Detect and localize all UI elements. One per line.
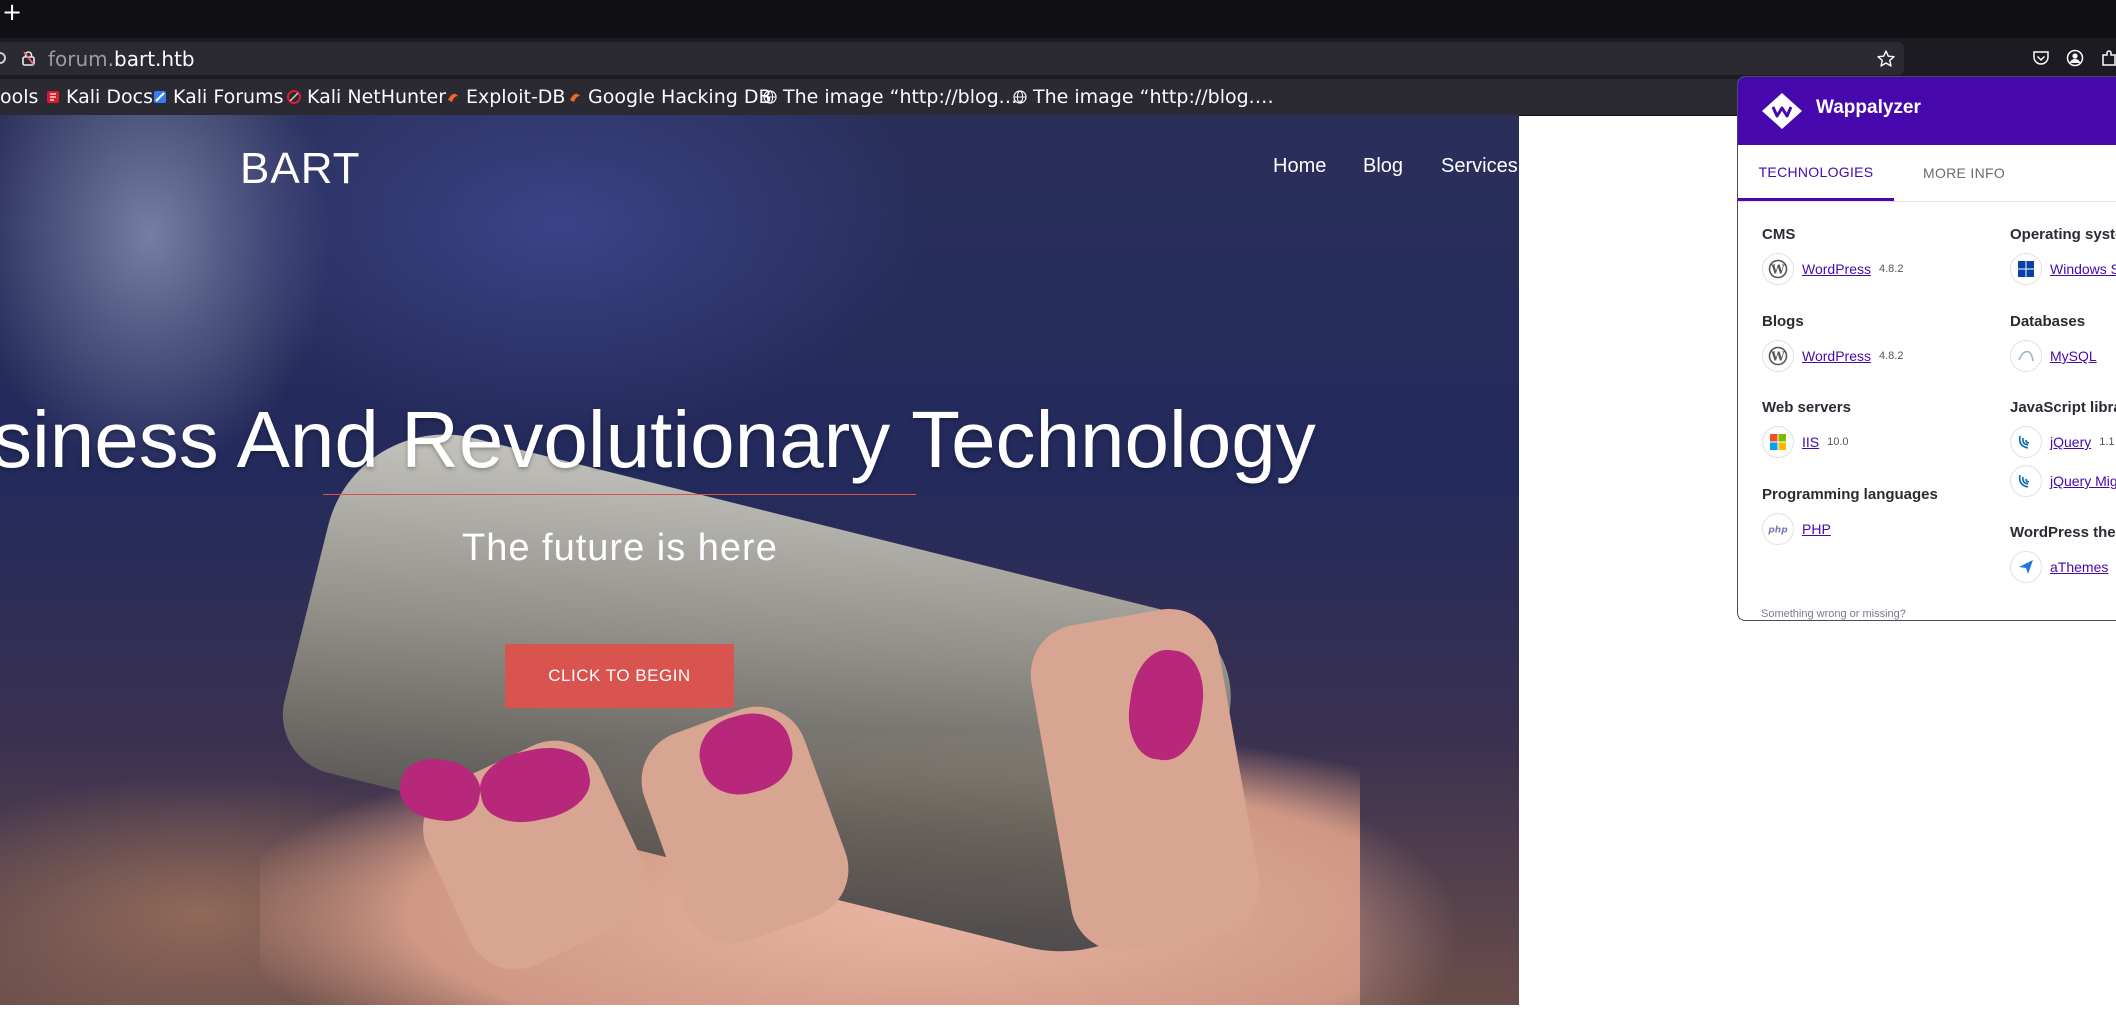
pocket-icon[interactable] (2032, 49, 2050, 67)
tech-wordpress-cms[interactable]: W WordPress 4.8.2 (1762, 252, 1903, 286)
jquery-icon (2010, 426, 2042, 458)
bookmark-label: Kali Forums (173, 86, 284, 108)
athemes-icon (2010, 551, 2042, 583)
hero-headline: siness And Revolutionary Technology (0, 395, 1316, 484)
tab-strip: + (0, 0, 2116, 38)
category-blogs: Blogs (1762, 313, 1804, 330)
kali-docs-icon (47, 91, 59, 103)
nav-services[interactable]: Services (1441, 155, 1518, 178)
tech-version: 1.1 (2099, 436, 2115, 448)
category-web-servers: Web servers (1762, 399, 1851, 416)
globe-icon (763, 90, 777, 104)
category-cms: CMS (1762, 226, 1796, 243)
bookmark-exploit-db[interactable]: Exploit-DB (446, 85, 565, 109)
tab-technologies[interactable]: TECHNOLOGIES (1738, 145, 1894, 201)
svg-text:W: W (1770, 263, 1785, 277)
svg-text:W: W (1770, 350, 1785, 364)
bookmark-google-hacking-db[interactable]: Google Hacking DB (568, 85, 772, 109)
tech-version: 4.8.2 (1878, 350, 1904, 362)
tech-name[interactable]: jQuery Mig (2050, 473, 2116, 489)
url-bar[interactable]: forum.bart.htb (0, 42, 1904, 75)
click-to-begin-button[interactable]: CLICK TO BEGIN (505, 644, 734, 708)
tech-jquery[interactable]: jQuery 1.1 (2010, 425, 2115, 459)
svg-text:php: php (1767, 526, 1788, 536)
kali-nethunter-icon (287, 90, 301, 104)
bookmark-label: Kali NetHunter (307, 86, 447, 108)
navigation-toolbar: forum.bart.htb (0, 38, 2116, 79)
tech-mysql[interactable]: MySQL (2010, 339, 2097, 373)
globe-icon (1013, 90, 1027, 104)
category-programming-languages: Programming languages (1762, 486, 1938, 503)
account-icon[interactable] (2066, 49, 2084, 67)
tech-wordpress-blogs[interactable]: W WordPress 4.8.2 (1762, 339, 1903, 373)
site-logo[interactable]: BART (240, 144, 361, 194)
wappalyzer-header: Wappalyzer (1738, 77, 2116, 145)
wappalyzer-logo-icon (1762, 93, 1802, 129)
wordpress-icon: W (1762, 340, 1794, 372)
tech-name[interactable]: jQuery (2050, 434, 2091, 450)
bookmark-blog-image-2[interactable]: The image “http://blog.… (1013, 85, 1274, 109)
php-icon: php (1762, 513, 1794, 545)
bookmark-label: The image “http://blog.… (1033, 86, 1274, 108)
iis-icon (1762, 426, 1794, 458)
bookmark-kali-forums[interactable]: Kali Forums (153, 85, 284, 109)
bookmark-blog-image-1[interactable]: The image “http://blog.… (763, 85, 1024, 109)
url-text[interactable]: forum.bart.htb (48, 47, 195, 71)
tech-version: 10.0 (1827, 436, 1849, 448)
tech-windows-server[interactable]: Windows S (2010, 252, 2116, 286)
kali-forums-icon (154, 91, 166, 103)
nav-blog[interactable]: Blog (1363, 155, 1403, 178)
lock-icon[interactable] (22, 51, 35, 66)
bookmark-label: The image “http://blog.… (783, 86, 1024, 108)
bookmark-star-icon[interactable] (1876, 49, 1896, 69)
tab-more-info[interactable]: MORE INFO (1894, 145, 2034, 201)
mysql-icon (2010, 340, 2042, 372)
wappalyzer-tabs: TECHNOLOGIES MORE INFO (1738, 145, 2116, 202)
nav-home[interactable]: Home (1273, 155, 1326, 178)
exploit-db-icon (448, 93, 458, 102)
wappalyzer-popup: Wappalyzer TECHNOLOGIES MORE INFO CMS W … (1737, 76, 2116, 621)
new-tab-button[interactable]: + (2, 0, 22, 26)
bookmark-tools[interactable]: ools (0, 85, 38, 109)
tech-athemes[interactable]: aThemes (2010, 550, 2108, 584)
category-javascript-libraries: JavaScript libra (2010, 399, 2116, 416)
site-info-icon[interactable] (0, 52, 6, 64)
bookmark-kali-docs[interactable]: Kali Docs (46, 85, 153, 109)
extensions-icon[interactable] (2100, 49, 2116, 67)
tech-name[interactable]: Windows S (2050, 261, 2116, 277)
tech-jquery-migrate[interactable]: jQuery Mig (2010, 464, 2116, 498)
wordpress-icon: W (1762, 253, 1794, 285)
feedback-link[interactable]: Something wrong or missing? (1761, 608, 1906, 620)
tech-name[interactable]: IIS (1802, 434, 1819, 450)
tech-iis[interactable]: IIS 10.0 (1762, 425, 1849, 459)
bookmark-kali-nethunter[interactable]: Kali NetHunter (287, 85, 446, 109)
bookmark-label: Kali Docs (66, 86, 153, 108)
url-subdomain: forum. (48, 47, 115, 71)
bookmark-label: Exploit-DB (466, 86, 566, 108)
bookmark-label: ools (0, 86, 39, 108)
hero-section: BART Home Blog Services siness And Revol… (0, 115, 1519, 1005)
wappalyzer-title: Wappalyzer (1816, 97, 1921, 118)
url-domain: bart.htb (114, 47, 195, 71)
jquery-icon (2010, 465, 2042, 497)
bookmark-label: Google Hacking DB (588, 86, 772, 108)
tech-name[interactable]: WordPress (1802, 261, 1871, 277)
tech-version: 4.8.2 (1878, 263, 1904, 275)
category-wordpress-themes: WordPress ther (2010, 524, 2116, 541)
hero-subheadline: The future is here (462, 527, 778, 569)
tech-name[interactable]: WordPress (1802, 348, 1871, 364)
tech-php[interactable]: php PHP (1762, 512, 1831, 546)
headline-divider (323, 494, 916, 495)
category-databases: Databases (2010, 313, 2086, 330)
ghdb-icon (570, 93, 580, 102)
tech-name[interactable]: MySQL (2050, 348, 2097, 364)
windows-icon (2010, 253, 2042, 285)
tech-name[interactable]: PHP (1802, 521, 1831, 537)
category-operating-systems: Operating syste (2010, 226, 2116, 243)
tech-name[interactable]: aThemes (2050, 559, 2108, 575)
